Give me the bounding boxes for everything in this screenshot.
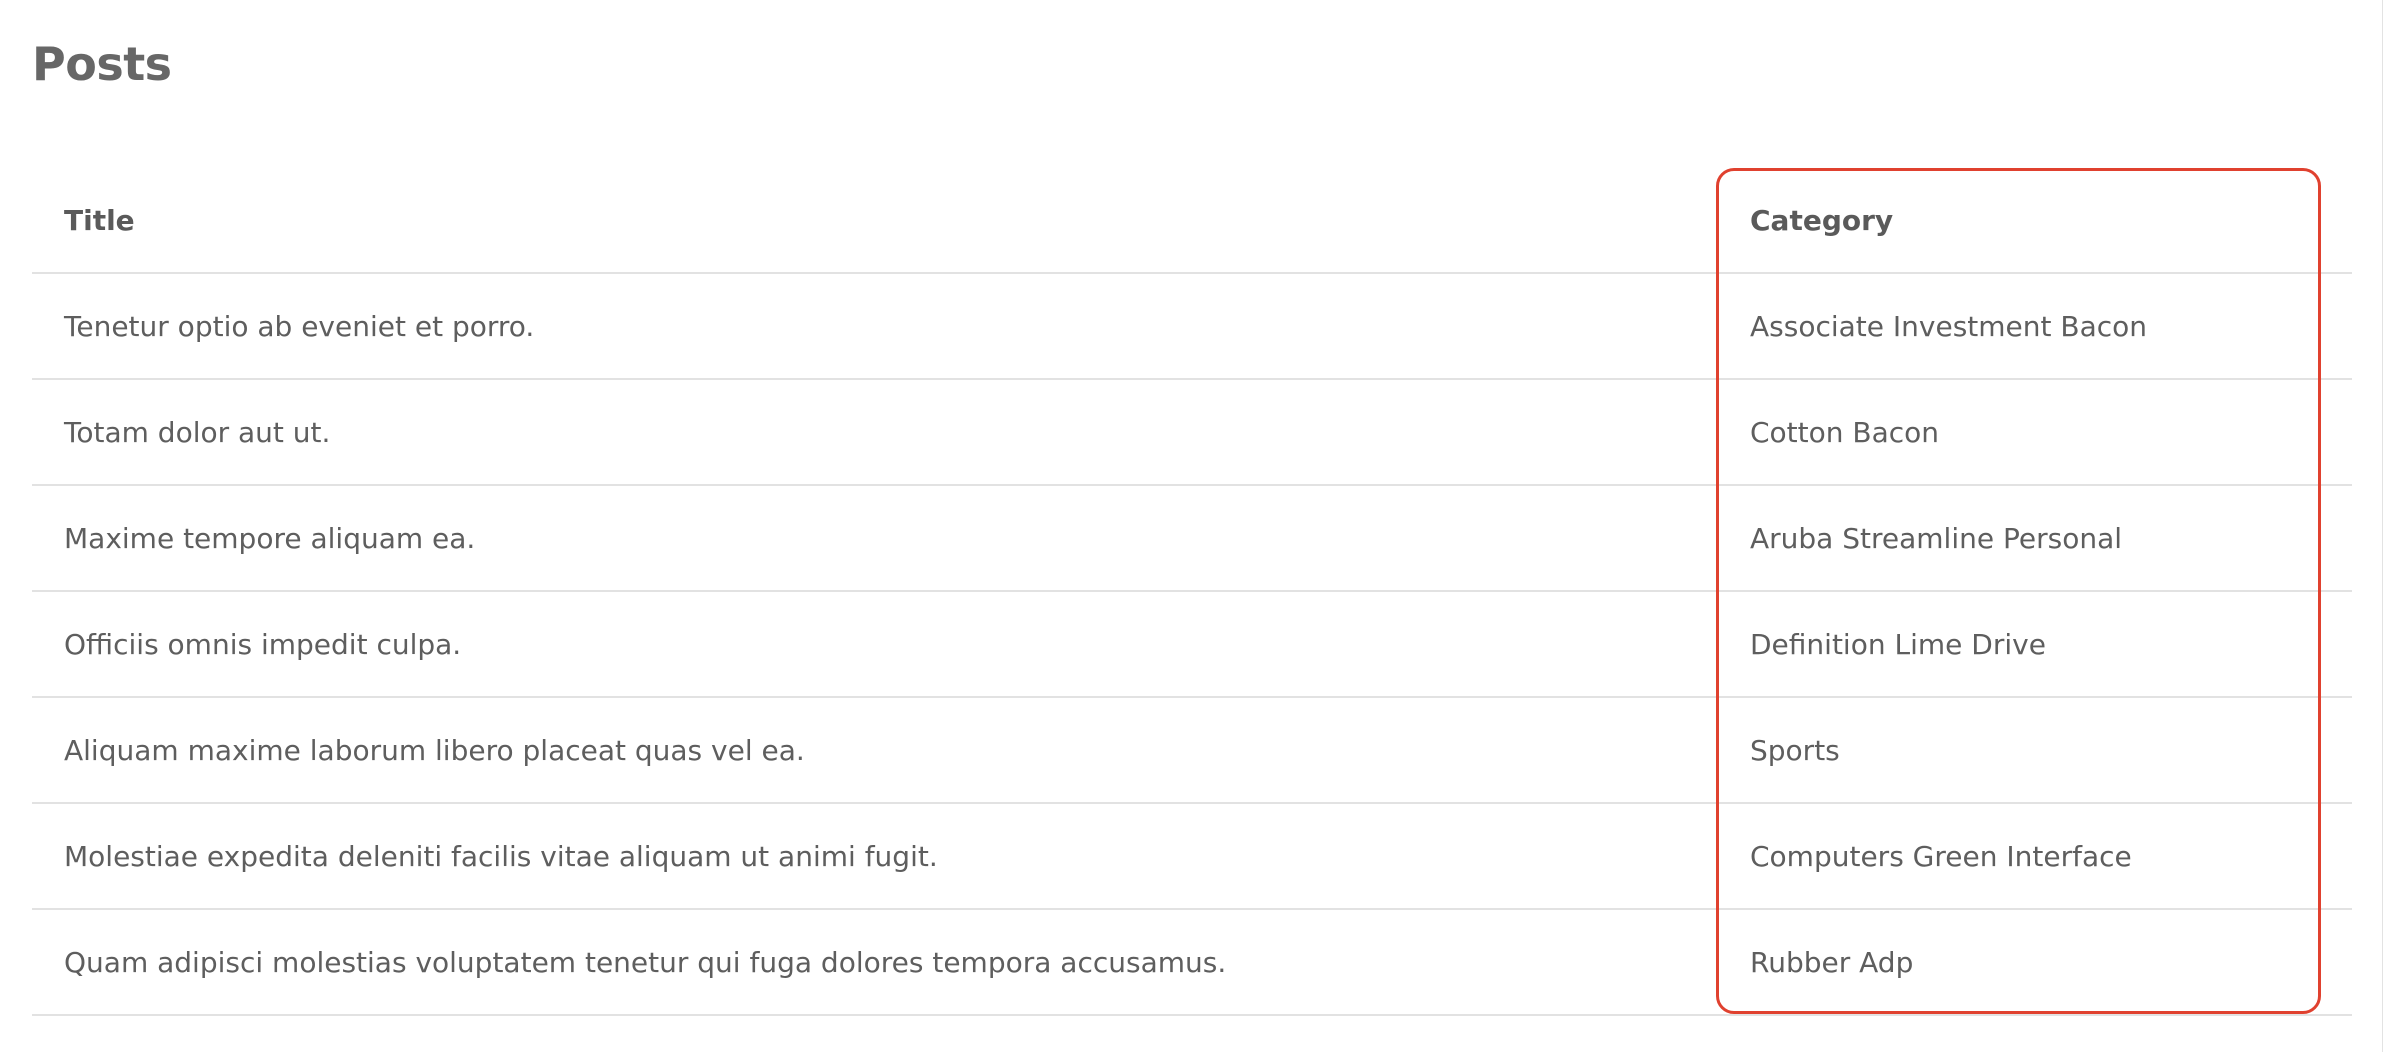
post-category-cell: Definition Lime Drive	[1718, 591, 2352, 698]
table-row[interactable]: Molestiae expedita deleniti facilis vita…	[32, 803, 2352, 910]
post-category-cell: Associate Investment Bacon	[1718, 273, 2352, 380]
table-row[interactable]: Tenetur optio ab eveniet et porro. Assoc…	[32, 273, 2352, 380]
post-title-cell: Quam adipisci molestias voluptatem tenet…	[32, 909, 1718, 1016]
page-title: Posts	[32, 37, 172, 91]
table-row[interactable]: Totam dolor aut ut. Cotton Bacon	[32, 379, 2352, 486]
column-header-title[interactable]: Title	[32, 168, 1718, 274]
post-title-cell: Totam dolor aut ut.	[32, 379, 1718, 486]
post-title-cell: Aliquam maxime laborum libero placeat qu…	[32, 697, 1718, 804]
table-header-row: Title Category	[32, 168, 2352, 274]
post-category-cell: Aruba Streamline Personal	[1718, 485, 2352, 592]
post-title-cell: Molestiae expedita deleniti facilis vita…	[32, 803, 1718, 910]
table-row[interactable]: Maxime tempore aliquam ea. Aruba Streaml…	[32, 485, 2352, 592]
posts-table: Title Category Tenetur optio ab eveniet …	[32, 168, 2352, 1016]
post-title-cell: Officiis omnis impedit culpa.	[32, 591, 1718, 698]
post-category-cell: Computers Green Interface	[1718, 803, 2352, 910]
post-category-cell: Sports	[1718, 697, 2352, 804]
table-row[interactable]: Aliquam maxime laborum libero placeat qu…	[32, 697, 2352, 804]
post-category-cell: Cotton Bacon	[1718, 379, 2352, 486]
posts-panel: Posts Title Category Tenetur optio ab ev…	[0, 0, 2383, 1052]
table-row[interactable]: Officiis omnis impedit culpa. Definition…	[32, 591, 2352, 698]
post-category-cell: Rubber Adp	[1718, 909, 2352, 1016]
table-row[interactable]: Quam adipisci molestias voluptatem tenet…	[32, 909, 2352, 1016]
post-title-cell: Maxime tempore aliquam ea.	[32, 485, 1718, 592]
column-header-category[interactable]: Category	[1718, 168, 2352, 274]
post-title-cell: Tenetur optio ab eveniet et porro.	[32, 273, 1718, 380]
